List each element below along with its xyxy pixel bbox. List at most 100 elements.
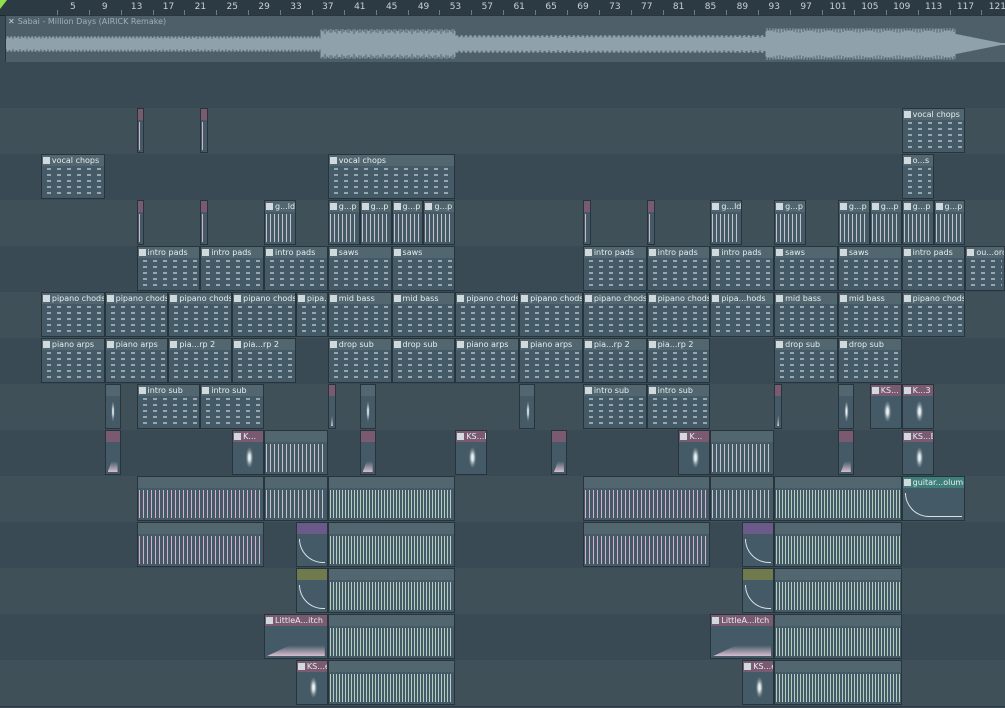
pattern-clip[interactable]: K...3: [901, 384, 934, 429]
pattern-clip[interactable]: mid bass: [774, 292, 838, 337]
pattern-clip[interactable]: piano arps: [104, 338, 169, 383]
timeline-ruler[interactable]: 5 9 13 17 21 25 29 33 37 41 45 49 53 57 61 65 69 73 77 81 85…: [0, 0, 1005, 16]
pattern-clip[interactable]: [582, 476, 711, 521]
pattern-clip[interactable]: intro sub: [200, 384, 265, 429]
pattern-clip[interactable]: intro pads: [264, 246, 328, 291]
pattern-clip[interactable]: pipano chods: [40, 292, 105, 337]
pattern-clip[interactable]: [327, 522, 456, 567]
pattern-clip[interactable]: saws: [774, 246, 838, 291]
pattern-clip[interactable]: [327, 614, 456, 659]
pattern-clip[interactable]: pipano chods: [519, 292, 583, 337]
pattern-clip[interactable]: LittleA...itch: [264, 614, 328, 659]
pattern-clip[interactable]: pipa...hods: [710, 292, 775, 337]
pattern-clip[interactable]: g...p: [837, 200, 870, 245]
pattern-clip[interactable]: vocal chops: [40, 154, 105, 199]
pattern-clip[interactable]: intro sub: [646, 384, 711, 429]
audio-clip-master[interactable]: ✕ Sabai - Million Days (AIRICK Remake): [5, 15, 1005, 63]
pattern-clip[interactable]: [200, 200, 209, 245]
pattern-clip[interactable]: g...p: [901, 200, 934, 245]
pattern-clip[interactable]: [327, 476, 456, 521]
pattern-clip[interactable]: [582, 522, 711, 567]
pattern-clip[interactable]: ou...ord: [965, 246, 1005, 291]
pattern-clip[interactable]: saws: [837, 246, 902, 291]
pattern-clip[interactable]: intro pads: [710, 246, 775, 291]
track-lane[interactable]: [0, 62, 1005, 109]
pattern-clip[interactable]: g...ld: [710, 200, 743, 245]
pattern-clip[interactable]: [550, 430, 567, 475]
pattern-clip[interactable]: [104, 430, 121, 475]
pattern-clip[interactable]: intro pads: [901, 246, 966, 291]
pattern-clip[interactable]: [104, 384, 121, 429]
pattern-clip[interactable]: [837, 430, 854, 475]
pattern-clip[interactable]: vocal chops: [327, 154, 456, 199]
pattern-clip[interactable]: [136, 522, 265, 567]
pattern-clip[interactable]: [359, 384, 376, 429]
track-lane[interactable]: [0, 154, 1005, 201]
pattern-clip[interactable]: [710, 430, 775, 475]
pattern-clip[interactable]: pipano chods: [455, 292, 520, 337]
pattern-clip[interactable]: pipano chods: [232, 292, 296, 337]
pattern-clip[interactable]: LittleA...itch: [710, 614, 775, 659]
pattern-clip[interactable]: pia...rp 2: [646, 338, 711, 383]
pattern-clip[interactable]: [774, 614, 902, 659]
pattern-clip[interactable]: intro sub: [136, 384, 201, 429]
pattern-clip[interactable]: g...p: [359, 200, 392, 245]
pattern-clip[interactable]: g...p: [869, 200, 902, 245]
pattern-clip[interactable]: [582, 200, 591, 245]
pattern-clip[interactable]: [742, 522, 775, 567]
pattern-clip[interactable]: [359, 430, 376, 475]
pattern-clip[interactable]: piano arps: [519, 338, 583, 383]
pattern-clip[interactable]: [200, 108, 209, 153]
pattern-clip[interactable]: mid bass: [837, 292, 902, 337]
pattern-clip[interactable]: intro sub: [582, 384, 647, 429]
pattern-clip[interactable]: pipano chods: [168, 292, 233, 337]
pattern-clip[interactable]: mid bass: [391, 292, 456, 337]
pattern-clip[interactable]: pia...rp 2: [582, 338, 647, 383]
pattern-clip[interactable]: vocal chops: [901, 108, 966, 153]
pattern-clip[interactable]: intro pads: [136, 246, 201, 291]
pattern-clip[interactable]: drop sub: [837, 338, 902, 383]
pattern-clip[interactable]: mid bass: [327, 292, 392, 337]
pattern-clip[interactable]: KS...ean: [742, 660, 775, 705]
track-lane[interactable]: [0, 108, 1005, 155]
pattern-clip[interactable]: KS...: [869, 384, 902, 429]
pattern-clip[interactable]: drop sub: [327, 338, 392, 383]
pattern-clip[interactable]: pipano chods: [104, 292, 169, 337]
pattern-clip[interactable]: [264, 476, 328, 521]
pattern-clip[interactable]: [774, 522, 902, 567]
pattern-clip[interactable]: g...p: [327, 200, 360, 245]
pattern-clip[interactable]: [327, 568, 456, 613]
pattern-clip[interactable]: drop sub: [774, 338, 838, 383]
close-icon[interactable]: ✕: [8, 17, 15, 26]
pattern-clip[interactable]: [327, 384, 336, 429]
pattern-clip[interactable]: pia...rp 2: [168, 338, 233, 383]
pattern-clip[interactable]: [264, 430, 328, 475]
pattern-clip[interactable]: [136, 476, 265, 521]
pattern-clip[interactable]: KS...ean: [295, 660, 328, 705]
pattern-clip[interactable]: g...p: [423, 200, 456, 245]
pattern-clip[interactable]: intro pads: [200, 246, 265, 291]
pattern-clip[interactable]: [136, 200, 145, 245]
pattern-clip[interactable]: [710, 476, 775, 521]
pattern-clip[interactable]: g...ld: [264, 200, 296, 245]
pattern-clip[interactable]: saws: [327, 246, 392, 291]
pattern-clip[interactable]: [646, 200, 655, 245]
pattern-clip[interactable]: KS...B: [455, 430, 488, 475]
pattern-clip[interactable]: guitar...olume: [901, 476, 966, 521]
pattern-clip[interactable]: pipano chods: [582, 292, 647, 337]
pattern-clip[interactable]: pipa...hods: [295, 292, 328, 337]
pattern-clip[interactable]: [774, 384, 783, 429]
pattern-clip[interactable]: drop sub: [391, 338, 456, 383]
pattern-clip[interactable]: g...p: [933, 200, 966, 245]
pattern-clip[interactable]: [136, 108, 145, 153]
pattern-clip[interactable]: [295, 522, 328, 567]
pattern-clip[interactable]: pipano chods: [901, 292, 966, 337]
pattern-clip[interactable]: [327, 660, 456, 705]
pattern-clip[interactable]: saws: [391, 246, 456, 291]
pattern-clip[interactable]: [837, 384, 854, 429]
pattern-clip[interactable]: [774, 476, 902, 521]
pattern-clip[interactable]: piano arps: [455, 338, 520, 383]
pattern-clip[interactable]: pia...rp 2: [232, 338, 296, 383]
pattern-clip[interactable]: K...: [232, 430, 265, 475]
pattern-clip[interactable]: g...p: [774, 200, 806, 245]
